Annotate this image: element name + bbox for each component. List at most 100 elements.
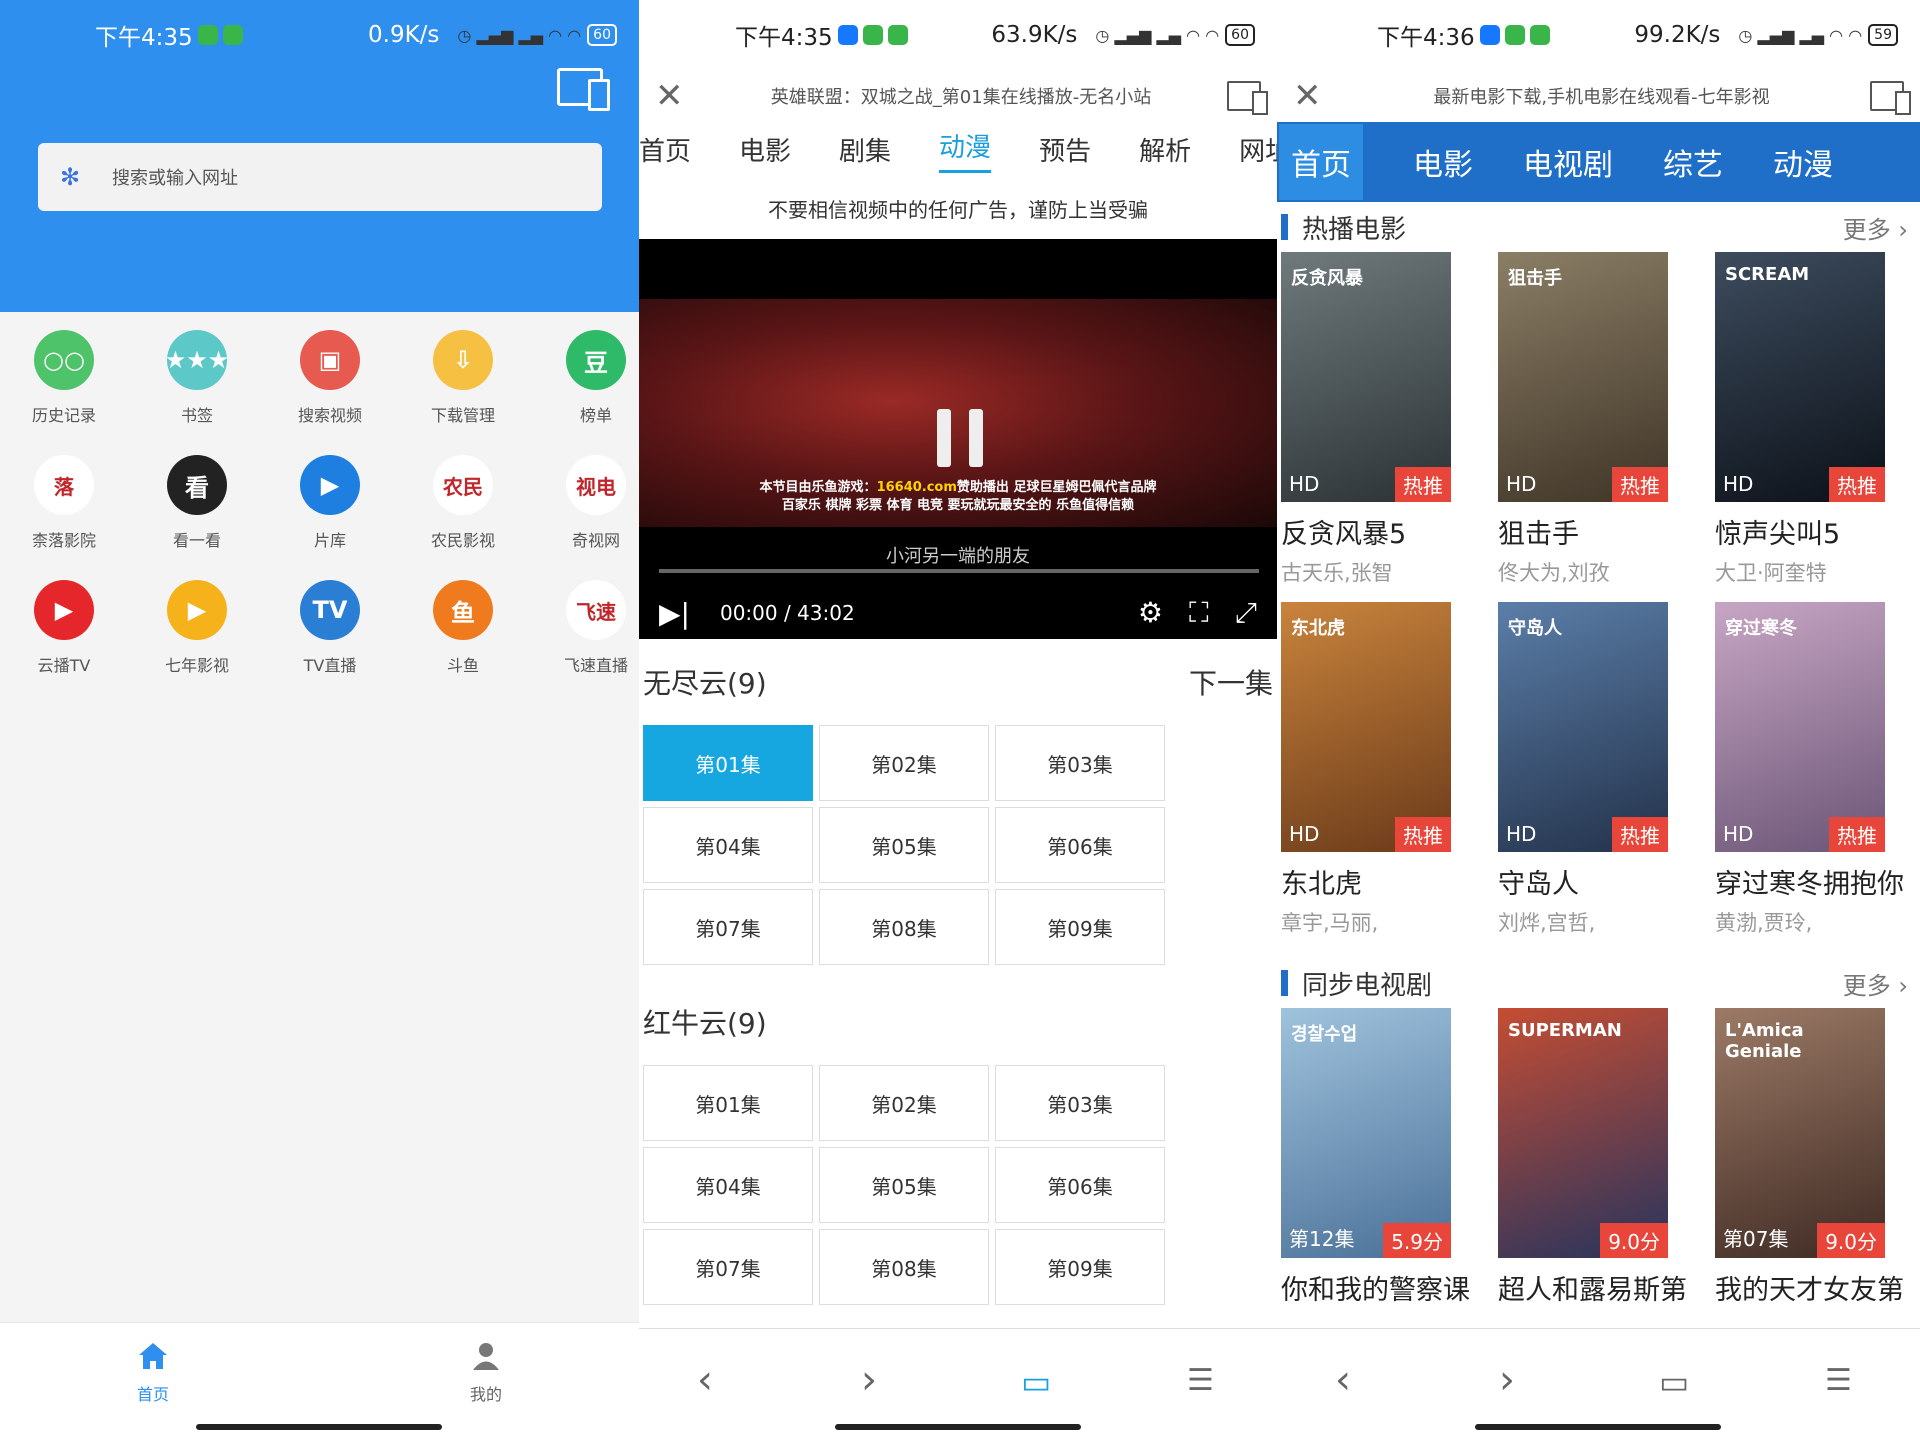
app-shortcut[interactable]: 落柰落影院 [0,455,128,551]
episode-button[interactable]: 第06集 [995,1147,1165,1223]
close-icon[interactable]: ✕ [1293,76,1333,116]
episode-button[interactable]: 第04集 [643,807,813,883]
nav-item[interactable]: 电视剧 [1523,140,1613,184]
home-header: 下午4:35 0.9K/s ◷ ▂▄▆ ▂▄ ◠ ◠ 60 ✻ 搜索或输入网址 [0,0,639,312]
tab-home[interactable]: 首页 [103,1341,203,1405]
app-shortcut[interactable]: ★★★ 书签 [133,330,261,426]
poster-art-title: 狙击手 [1508,268,1562,289]
tab-mine[interactable]: 我的 [436,1341,536,1405]
poster-card[interactable]: 反贪风暴 HD 热推 反贪风暴5 古天乐,张智 [1281,252,1498,602]
nav-item[interactable]: 网址 [1239,131,1277,168]
nav-item[interactable]: 剧集 [839,131,891,168]
poster-card[interactable]: 穿过寒冬 HD 热推 穿过寒冬拥抱你 黄渤,贾玲, [1715,602,1920,952]
menu-icon[interactable]: ☰ [1187,1363,1214,1398]
back-icon[interactable]: ‹ [697,1357,713,1403]
nav-item[interactable]: 电影 [1413,140,1473,184]
app-icon: ⇩ [433,330,493,390]
screen-cast-icon[interactable] [1227,81,1268,115]
quality-label: 第12集 [1289,1227,1355,1251]
episode-button[interactable]: 第05集 [819,1147,989,1223]
video-player[interactable]: 本节目由乐鱼游戏：16640.com赞助播出 足球巨星姆巴佩代言品牌 百家乐 棋… [639,239,1277,639]
settings-gear-icon[interactable]: ⚙ [1138,596,1163,630]
nav-item[interactable]: 解析 [1139,131,1191,168]
app-shortcut[interactable]: 飞速 飞速直播 [532,580,639,676]
site-nav: 首页 电影 剧集 动漫 预告 解析 网址 [639,122,1277,177]
episode-button[interactable]: 第09集 [995,1229,1165,1305]
cast-icon[interactable]: ▭ [1021,1363,1051,1401]
app-shortcut[interactable]: 看看一看 [133,455,261,551]
app-shortcut[interactable]: ▣ 搜索视频 [266,330,394,426]
site-nav: 首页 电影 电视剧 综艺 动漫 [1277,122,1920,202]
app-shortcut[interactable]: 豆榜单 [532,330,639,426]
poster-card[interactable]: 东北虎 HD 热推 东北虎 章宇,马丽, [1281,602,1498,952]
episode-button[interactable]: 第02集 [819,1065,989,1141]
next-episode-button[interactable]: 下一集 [1189,662,1273,702]
more-link[interactable]: 更多 › [1843,210,1908,245]
screen-ratio-icon[interactable]: ⛶ [1189,596,1209,630]
screen-cast-icon[interactable] [1870,81,1911,115]
episode-button[interactable]: 第06集 [995,807,1165,883]
app-shortcut[interactable]: 农民 农民影视 [399,455,527,551]
back-icon[interactable]: ‹ [1335,1357,1351,1403]
poster-art-title: SUPERMAN [1508,1020,1622,1041]
nav-item[interactable]: 动漫 [1773,140,1833,184]
nav-item[interactable]: 预告 [1039,131,1091,168]
nav-item[interactable]: 首页 [1279,124,1363,200]
episode-button[interactable]: 第08集 [819,889,989,965]
episode-button[interactable]: 第04集 [643,1147,813,1223]
battery-icon: 60 [1225,24,1255,46]
nav-item[interactable]: 综艺 [1663,140,1723,184]
episode-button[interactable]: 第07集 [643,1229,813,1305]
episode-button[interactable]: 第01集 [643,1065,813,1141]
screen-cast-icon[interactable] [557,68,610,111]
play-next-icon[interactable]: ▶| [659,597,690,630]
episode-button[interactable]: 第03集 [995,725,1165,801]
poster-art-title: L'Amica Geniale [1725,1020,1804,1062]
poster-card[interactable]: SCREAM HD 热推 惊声尖叫5 大卫·阿奎特 [1715,252,1920,602]
close-icon[interactable]: ✕ [655,76,695,116]
app-shortcut[interactable]: ▶ 片库 [266,455,394,551]
browser-bottom-bar: ‹ › ▭ ☰ [639,1328,1277,1440]
app-shortcut[interactable]: ▶ 云播TV [0,580,128,676]
app-label: 云播TV [37,656,91,675]
forward-icon[interactable]: › [861,1357,877,1403]
poster-card[interactable]: L'Amica Geniale第07集9.0分我的天才女友第玛格丽塔·马 [1715,1008,1920,1308]
pause-icon[interactable] [937,409,983,467]
app-shortcut[interactable]: 鱼斗鱼 [399,580,527,676]
app-shortcut[interactable]: ⇩ 下载管理 [399,330,527,426]
poster-card[interactable]: 경찰수업第12集5.9分你和我的警察课姜丹尼尔,蔡 [1281,1008,1498,1308]
app-shortcut[interactable]: ○○ 历史记录 [0,330,128,426]
episode-button[interactable]: 第03集 [995,1065,1165,1141]
forward-icon[interactable]: › [1499,1357,1515,1403]
progress-bar[interactable] [659,569,1259,573]
poster-card[interactable]: SUPERMAN9.0分超人和露易斯第泰勒·霍奇林 [1498,1008,1715,1308]
page-title[interactable]: 英雄联盟：双城之战_第01集在线播放-无名小站 [695,83,1227,109]
nav-item[interactable]: 电影 [739,131,791,168]
app-icon: ▣ [300,330,360,390]
cast-icon[interactable]: ▭ [1659,1363,1689,1401]
search-input[interactable]: ✻ 搜索或输入网址 [38,143,602,211]
poster-card[interactable]: 守岛人 HD 热推 守岛人 刘烨,宫哲, [1498,602,1715,952]
episode-button[interactable]: 第02集 [819,725,989,801]
episode-button[interactable]: 第08集 [819,1229,989,1305]
network-speed: 63.9K/s [991,22,1078,48]
more-link[interactable]: 更多 › [1843,966,1908,1001]
app-shortcut[interactable]: 视电 奇视网 [532,455,639,551]
episode-button[interactable]: 第09集 [995,889,1165,965]
app-icon: ○○ [34,330,94,390]
menu-icon[interactable]: ☰ [1825,1363,1852,1398]
page-title[interactable]: 最新电影下载,手机电影在线观看-七年影视 [1333,83,1870,109]
poster-art-title: 경찰수업 [1291,1024,1358,1045]
episode-button[interactable]: 第07集 [643,889,813,965]
app-shortcut[interactable]: TV TV直播 [266,580,394,676]
episode-button[interactable]: 第01集 [643,725,813,801]
poster-card[interactable]: 狙击手 HD 热推 狙击手 佟大为,刘孜 [1498,252,1715,602]
ad-line1-hl: 16640.com [876,480,957,495]
nav-item[interactable]: 动漫 [939,127,992,173]
actors: 大卫·阿奎特 [1715,561,1827,585]
poster-art-title: SCREAM [1725,264,1810,285]
episode-button[interactable]: 第05集 [819,807,989,883]
nav-item[interactable]: 首页 [639,131,691,168]
fullscreen-icon[interactable]: ⤢ [1235,596,1257,630]
app-shortcut[interactable]: ▶ 七年影视 [133,580,261,676]
